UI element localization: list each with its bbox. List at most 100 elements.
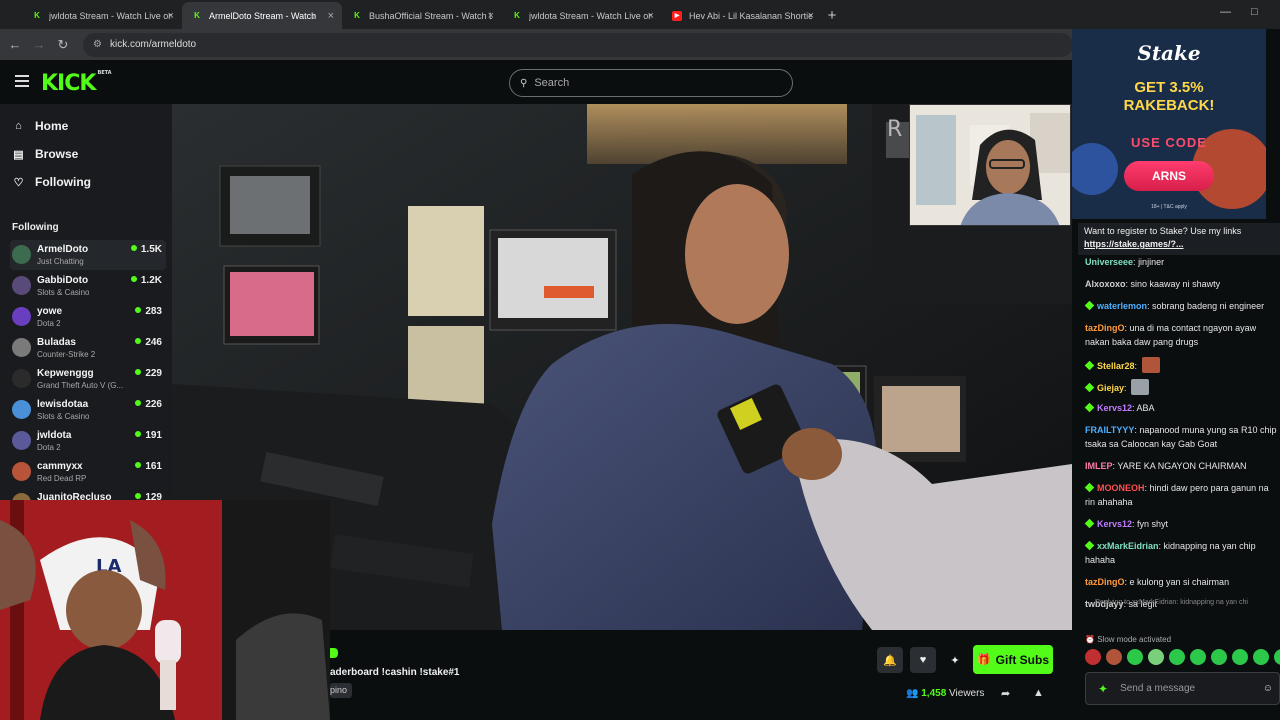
ad-code-button[interactable]: ARNS: [1124, 161, 1214, 191]
menu-icon[interactable]: [15, 75, 29, 87]
chat-message: waterlemon: sobrang badeng ni engineer: [1084, 299, 1280, 313]
viewer-count: 👥 1,458 Viewers: [906, 688, 984, 699]
close-tab-icon[interactable]: ×: [648, 10, 654, 22]
emote-icon[interactable]: [1190, 649, 1206, 665]
search-input[interactable]: ⚲ Search: [509, 69, 793, 97]
chat-username[interactable]: Kervs12: [1097, 519, 1132, 529]
back-icon[interactable]: ←: [3, 37, 27, 52]
new-tab-button[interactable]: +: [822, 2, 842, 29]
heart-icon: ♥: [919, 654, 927, 666]
following-channel[interactable]: yowe Dota 2 283: [10, 302, 166, 332]
url-field[interactable]: ⚙ kick.com/armeldoto: [83, 32, 1073, 57]
follow-button[interactable]: ♥: [910, 647, 936, 673]
browser-tab[interactable]: Kjwldota Stream - Watch Live on ×: [22, 2, 182, 29]
avatar: [12, 276, 31, 295]
share-icon[interactable]: ➦: [1001, 687, 1010, 700]
logo-beta: BETA: [97, 69, 112, 76]
channel-name: cammyxx: [37, 461, 83, 472]
live-dot-icon: [135, 462, 142, 468]
chat-username[interactable]: Universeee: [1085, 257, 1133, 267]
following-channel[interactable]: cammyxx Red Dead RP 161: [10, 457, 166, 487]
language-tag[interactable]: pino: [330, 683, 353, 698]
chat-username[interactable]: Giejay: [1097, 383, 1124, 393]
emote-icon[interactable]: [1274, 649, 1280, 665]
browser-tab[interactable]: ▶ Hev Abi - Lil Kasalanan Shortie ×: [662, 2, 822, 29]
chat-username[interactable]: waterlemon: [1097, 301, 1147, 311]
chat-message: Alxoxoxo: sino kaaway ni shawty: [1085, 279, 1221, 289]
browser-tab[interactable]: K ArmelDoto Stream - Watch ♪ ×: [182, 2, 342, 29]
site-info-icon[interactable]: ⚙: [93, 39, 102, 50]
close-tab-icon[interactable]: ×: [488, 10, 494, 22]
minimize-icon[interactable]: —: [1220, 6, 1231, 18]
youtube-favicon-icon: ▶: [672, 10, 682, 21]
streamer-webcam: [909, 104, 1071, 226]
emote-icon[interactable]: [1253, 649, 1269, 665]
emote-icon[interactable]: [1232, 649, 1248, 665]
pinned-message[interactable]: Want to register to Stake? Use my links …: [1078, 223, 1280, 255]
nav-browse[interactable]: ▤ Browse: [12, 144, 78, 164]
following-channel[interactable]: GabbiDoto Slots & Casino 1.2K: [10, 271, 166, 301]
chat-text: jinjiner: [1138, 257, 1165, 267]
browser-tab[interactable]: K BushaOfficial Stream - Watch Li ×: [342, 2, 502, 29]
nav-browse-label: Browse: [35, 147, 79, 161]
chat-username[interactable]: Alxoxoxo: [1085, 279, 1126, 289]
emote-icon[interactable]: [1085, 649, 1101, 665]
sparkle-button[interactable]: ✦: [942, 647, 968, 673]
live-dot-icon: [130, 276, 137, 282]
following-channel[interactable]: jwldota Dota 2 191: [10, 426, 166, 456]
chat-username[interactable]: FRAILTYYY: [1085, 425, 1134, 435]
report-icon[interactable]: ▲: [1033, 687, 1044, 699]
channel-viewers: 246: [135, 337, 162, 348]
emoji-icon[interactable]: ☺: [1263, 683, 1273, 694]
chat-username[interactable]: tazDingO: [1085, 577, 1125, 587]
emote-icon[interactable]: [1211, 649, 1227, 665]
search-icon: ⚲: [520, 77, 528, 89]
chat-username[interactable]: xxMarkEidrian: [1097, 541, 1159, 551]
channel-category: Counter-Strike 2: [37, 350, 96, 359]
ad-use-code: USE CODE: [1131, 135, 1207, 150]
chat-message: xxMarkEidrian: kidnapping na yan chip ha…: [1084, 540, 1256, 565]
browser-tab[interactable]: Kjwldota Stream - Watch Live on ×: [502, 2, 662, 29]
kick-favicon-icon: K: [514, 11, 520, 20]
chat-text: sino kaaway ni shawty: [1130, 279, 1221, 289]
close-tab-icon[interactable]: ×: [808, 10, 814, 22]
notification-bell-button[interactable]: 🔔: [877, 647, 903, 673]
pinned-link[interactable]: https://stake.games/?...: [1084, 238, 1274, 251]
reload-icon[interactable]: ↻: [51, 37, 75, 53]
nav-home[interactable]: ⌂ Home: [12, 116, 68, 136]
stake-ad-banner[interactable]: Stake GET 3.5% RAKEBACK! USE CODE ARNS 1…: [1072, 29, 1280, 219]
gift-subs-button[interactable]: 🎁 Gift Subs: [973, 645, 1053, 674]
chat-username[interactable]: IMLEP: [1085, 461, 1113, 471]
maximize-icon[interactable]: □: [1251, 6, 1258, 18]
tab-title: jwldota Stream - Watch Live on: [529, 10, 652, 21]
nav-following[interactable]: ♡ Following: [12, 172, 91, 192]
sub-badge-icon: [1084, 518, 1095, 529]
kick-logo[interactable]: KICK BETA: [41, 69, 112, 96]
forward-icon[interactable]: →: [27, 37, 51, 52]
close-tab-icon[interactable]: ×: [328, 10, 334, 22]
sub-badge-icon: [1084, 360, 1095, 371]
chat-username[interactable]: Kervs12: [1097, 403, 1132, 413]
following-channel[interactable]: Kepwenggg Grand Theft Auto V (G... 229: [10, 364, 166, 394]
chat-username[interactable]: MOONEOH: [1097, 483, 1145, 493]
chat-username[interactable]: tazDingO: [1085, 323, 1125, 333]
following-channel[interactable]: Buladas Counter-Strike 2 246: [10, 333, 166, 363]
ad-terms: 18+ | T&C apply: [1151, 204, 1187, 210]
close-tab-icon[interactable]: ×: [168, 10, 174, 22]
emote-icon[interactable]: [1106, 649, 1122, 665]
emote-icon[interactable]: [1148, 649, 1164, 665]
avatar: [12, 462, 31, 481]
live-dot-icon: [135, 431, 142, 437]
slow-mode-text: Slow mode activated: [1097, 635, 1172, 644]
emote-icon[interactable]: [1169, 649, 1185, 665]
streamer-facecam: LA: [0, 500, 330, 720]
avatar: [12, 400, 31, 419]
speaker-icon[interactable]: ♪: [312, 11, 317, 21]
avatar: [12, 245, 31, 264]
chat-input[interactable]: ✦ Send a message ☺: [1085, 672, 1280, 705]
chat-username[interactable]: Stellar28: [1097, 361, 1135, 371]
following-channel[interactable]: lewisdotaa Slots & Casino 226: [10, 395, 166, 425]
emote-icon[interactable]: [1127, 649, 1143, 665]
following-channel[interactable]: ArmelDoto Just Chatting 1.5K: [10, 240, 166, 270]
browse-icon: ▤: [13, 148, 24, 161]
